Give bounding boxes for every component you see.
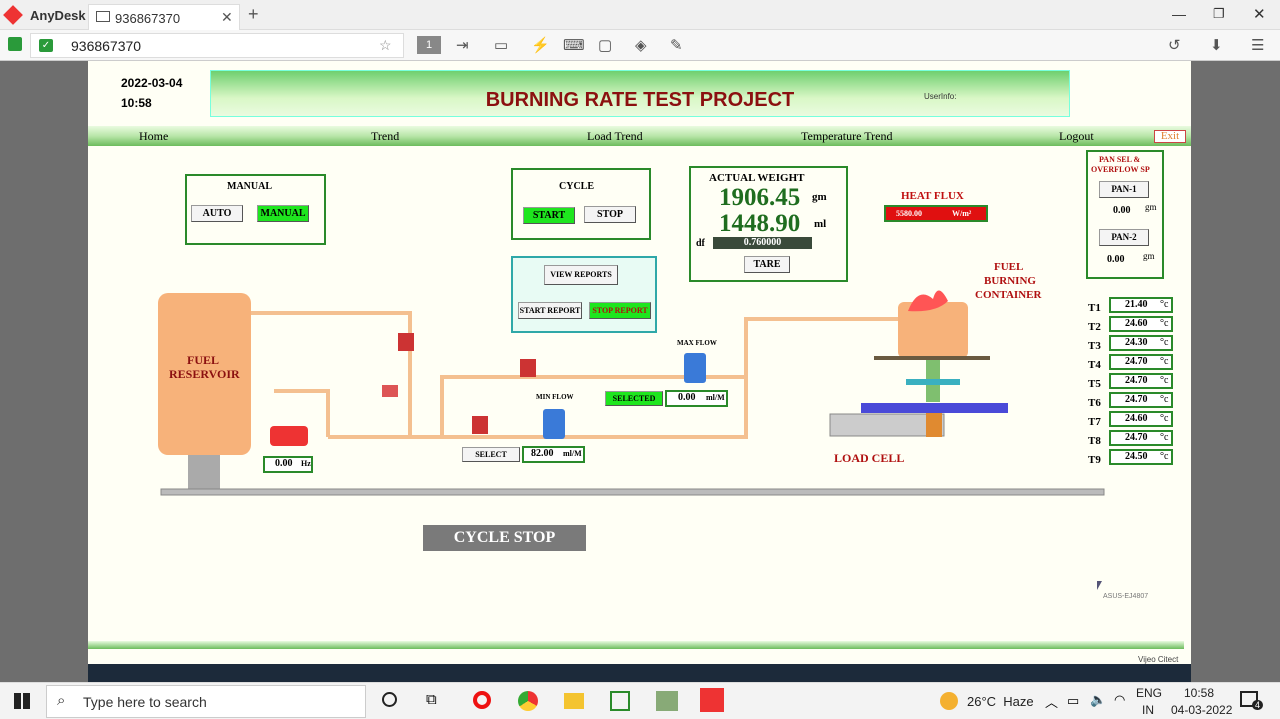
max-flow-select-button[interactable]: SELECTED: [605, 391, 663, 406]
keyboard-icon[interactable]: ⌨: [563, 36, 585, 54]
cycle-status: CYCLE STOP: [423, 525, 586, 551]
container-flange: [906, 379, 960, 385]
min-flow-meter-icon: [543, 409, 565, 439]
app-icon[interactable]: [610, 691, 630, 711]
app-name: AnyDesk: [30, 8, 86, 23]
container-plate: [874, 356, 990, 360]
valve-2-icon: [382, 385, 398, 397]
connection-icon: [8, 37, 22, 51]
address-bar[interactable]: ✓ 936867370 ☆: [30, 33, 404, 58]
search-icon: ⌕: [57, 692, 66, 709]
maximize-button[interactable]: ❐: [1213, 6, 1225, 22]
verified-icon: ✓: [39, 39, 53, 52]
language-primary[interactable]: ENG: [1136, 686, 1162, 700]
notification-count: 4: [1252, 700, 1264, 710]
volume-icon[interactable]: 🔈: [1090, 692, 1106, 708]
hmi-screen: 2022-03-04 10:58 BURNING RATE TEST PROJE…: [88, 61, 1191, 682]
mouse-cursor-icon: [1097, 581, 1102, 590]
monitor-icon: [96, 11, 110, 22]
opera-icon[interactable]: [473, 691, 491, 709]
valve-1-icon: [398, 333, 414, 351]
anydesk-taskbar-icon[interactable]: [700, 688, 724, 712]
min-flow-select-button[interactable]: SELECT: [462, 447, 520, 462]
flash-icon[interactable]: ⚡: [531, 36, 550, 54]
load-platform: [861, 403, 1008, 413]
permissions-icon[interactable]: ◈: [635, 36, 647, 54]
load-cell-label: LOAD CELL: [834, 451, 905, 465]
download-icon[interactable]: ⬇: [1210, 36, 1223, 54]
favorite-icon[interactable]: ☆: [379, 37, 392, 54]
windows-taskbar: ⌕ Type here to search ⧉ 26°C Haze ︿ ▭ 🔈 …: [0, 682, 1280, 719]
session-tab[interactable]: 936867370 ✕: [88, 4, 240, 30]
windows-start-icon[interactable]: [14, 693, 30, 709]
max-flow-meter-icon: [684, 353, 706, 383]
language-secondary[interactable]: IN: [1142, 703, 1154, 717]
pump-icon: [270, 426, 308, 446]
tray-chevron-icon[interactable]: ︿: [1045, 692, 1058, 711]
load-cell-tip: [926, 413, 942, 437]
menu-icon[interactable]: ☰: [1251, 36, 1264, 54]
reservoir-label-line2: RESERVOIR: [169, 367, 240, 381]
clock-time[interactable]: 10:58: [1184, 686, 1214, 700]
history-icon[interactable]: ↺: [1168, 36, 1181, 54]
min-flow-label: MIN FLOW: [536, 393, 574, 401]
anydesk-toolbar: ✓ 936867370 ☆ 1 ⇥ ▭ ⚡ ⌨ ▢ ◈ ✎ ↺ ⬇ ☰: [0, 30, 1280, 61]
fuel-pipes: [248, 311, 898, 439]
actions-icon[interactable]: ⇥: [456, 36, 469, 54]
max-flow-value: 0.00 ml/M: [665, 390, 728, 407]
machine-name: ASUS-EJ4807: [1103, 593, 1149, 600]
min-flow-value: 82.00 ml/M: [522, 446, 585, 463]
close-window-button[interactable]: ✕: [1253, 5, 1266, 23]
weather-icon: [940, 692, 958, 710]
wifi-icon[interactable]: ◠: [1114, 692, 1125, 708]
base-rail: [160, 488, 1105, 496]
display-icon[interactable]: ▢: [598, 36, 612, 54]
anydesk-logo-icon: [3, 5, 23, 25]
valve-3-icon: [520, 359, 536, 377]
reservoir-label-line1: FUEL: [187, 353, 220, 367]
close-tab-icon[interactable]: ✕: [221, 9, 233, 26]
draw-icon[interactable]: ✎: [670, 36, 683, 54]
remote-taskbar: [88, 664, 1191, 682]
file-explorer-icon[interactable]: [564, 693, 584, 709]
weather-text[interactable]: 26°C Haze: [967, 694, 1034, 709]
chrome-icon[interactable]: [518, 691, 538, 711]
valve-4-icon: [472, 416, 488, 434]
bottom-bar: [88, 641, 1184, 649]
max-flow-label: MAX FLOW: [677, 339, 717, 347]
process-diagram: [158, 290, 1105, 496]
photos-icon[interactable]: [656, 691, 678, 711]
battery-icon[interactable]: ▭: [1067, 693, 1079, 709]
search-placeholder: Type here to search: [83, 694, 207, 710]
task-view-icon[interactable]: ⧉: [426, 691, 437, 708]
anydesk-titlebar: AnyDesk 936867370 ✕ + — ❐ ✕: [0, 0, 1280, 30]
monitor-select-button[interactable]: 1: [417, 36, 441, 54]
taskbar-search[interactable]: ⌕ Type here to search: [46, 685, 366, 718]
vijeo-brand: Vijeo Citect: [1138, 655, 1179, 664]
clock-date[interactable]: 04-03-2022: [1171, 703, 1232, 717]
chat-icon[interactable]: ▭: [494, 36, 508, 54]
minimize-button[interactable]: —: [1172, 6, 1186, 22]
pump-frequency: 0.00 Hz: [263, 456, 313, 473]
reservoir-stand: [188, 455, 220, 489]
cortana-icon[interactable]: [382, 692, 397, 707]
new-tab-button[interactable]: +: [248, 4, 259, 25]
